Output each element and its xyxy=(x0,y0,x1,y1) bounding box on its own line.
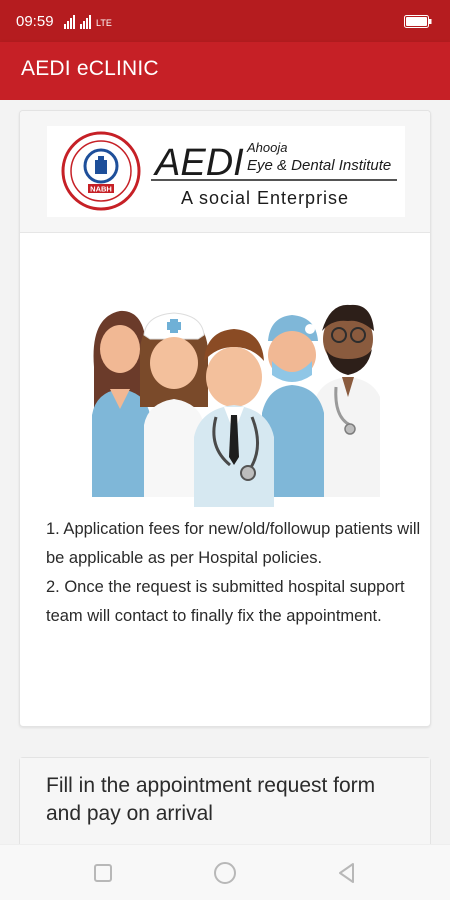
aedi-logo: NABH AEDI Ahooja Eye & Dental Institute … xyxy=(47,126,405,217)
logo-header: NABH AEDI Ahooja Eye & Dental Institute … xyxy=(20,111,430,233)
doctor-center xyxy=(194,329,274,507)
doctors-illustration xyxy=(92,304,380,507)
status-bar: 09:59 LTE xyxy=(0,0,450,42)
battery-icon xyxy=(404,15,432,28)
info-point-1: 1. Application fees for new/old/followup… xyxy=(46,520,421,567)
network-label: LTE xyxy=(96,18,112,28)
info-point-2: 2. Once the request is submitted hospita… xyxy=(46,578,405,625)
aedi-logo-graphic: NABH AEDI Ahooja Eye & Dental Institute … xyxy=(61,131,397,211)
info-text: 1. Application fees for new/old/followup… xyxy=(46,515,421,631)
form-card-header: Fill in the appointment request form and… xyxy=(20,758,430,844)
info-card: NABH AEDI Ahooja Eye & Dental Institute … xyxy=(19,110,431,727)
nabh-label: NABH xyxy=(90,185,112,194)
appointment-form-card: Fill in the appointment request form and… xyxy=(19,757,431,844)
logo-line2: Eye & Dental Institute xyxy=(247,157,391,174)
logo-main-text: AEDI xyxy=(153,142,244,184)
content-scroll-area[interactable]: NABH AEDI Ahooja Eye & Dental Institute … xyxy=(0,100,450,844)
doctor-male-bearded xyxy=(316,304,380,497)
form-title: Fill in the appointment request form and… xyxy=(46,774,376,825)
signal-icon: LTE xyxy=(64,15,112,29)
system-nav-bar xyxy=(0,844,450,900)
square-icon[interactable] xyxy=(89,859,117,887)
app-title: AEDI eCLINIC xyxy=(21,57,159,80)
app-bar: AEDI eCLINIC xyxy=(0,42,450,100)
triangle-back-icon[interactable] xyxy=(333,859,361,887)
status-time: 09:59 xyxy=(16,13,54,30)
circle-icon[interactable] xyxy=(211,859,239,887)
logo-line1: Ahooja xyxy=(246,140,287,155)
logo-tagline: A social Enterprise xyxy=(181,188,349,208)
